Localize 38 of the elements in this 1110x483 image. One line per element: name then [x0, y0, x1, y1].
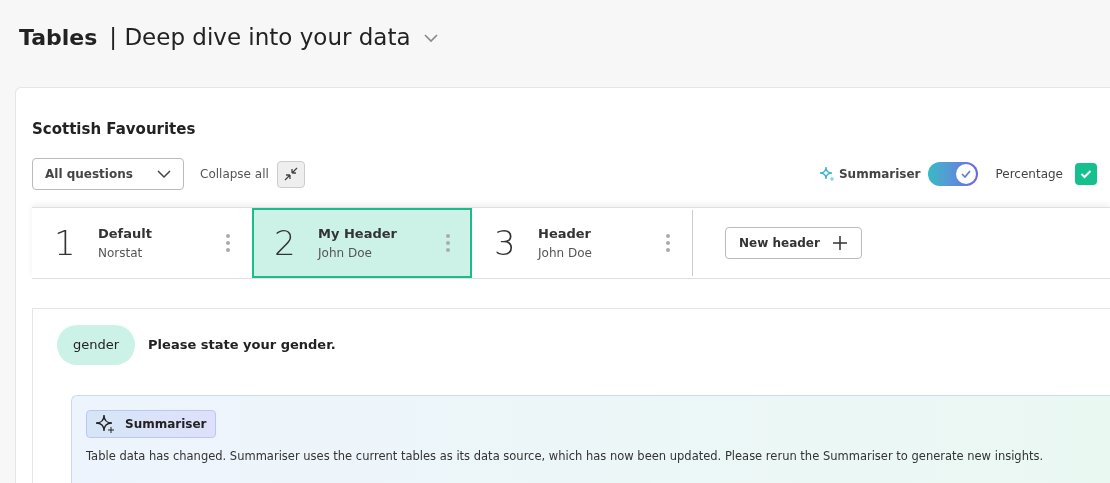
sparkle-icon — [95, 414, 117, 434]
check-icon — [960, 169, 973, 179]
percentage-label: Percentage — [995, 166, 1063, 183]
summariser-toggle[interactable] — [928, 162, 979, 186]
collapse-button[interactable] — [276, 160, 305, 188]
report-title: Scottish Favourites — [32, 119, 197, 140]
percentage-checkbox[interactable] — [1075, 163, 1097, 185]
header-name: Default — [98, 225, 153, 244]
chevron-down-icon[interactable] — [422, 32, 439, 43]
new-header-button[interactable]: New header — [725, 227, 862, 259]
header-name: My Header — [318, 225, 398, 244]
summariser-label: Summariser — [838, 166, 921, 183]
question-text: Please state your gender. — [148, 336, 336, 355]
header-tab[interactable]: 1 Default Norstat — [32, 208, 252, 278]
header-tab[interactable]: 2 My Header John Doe — [252, 208, 472, 278]
sparkle-icon — [818, 166, 835, 182]
header-owner: John Doe — [538, 244, 593, 262]
header-tab[interactable]: 3 Header John Doe — [472, 208, 692, 278]
page-title: Tables — [19, 24, 98, 52]
chevron-down-icon — [157, 169, 171, 179]
header-owner: John Doe — [318, 244, 373, 262]
check-icon — [1080, 169, 1092, 179]
header-name: Header — [538, 225, 592, 244]
header-number: 1 — [54, 221, 77, 265]
more-options-icon[interactable] — [226, 233, 230, 253]
header-number: 3 — [494, 221, 517, 265]
more-options-icon[interactable] — [446, 233, 450, 253]
page-subtitle: | Deep dive into your data — [109, 23, 411, 53]
more-options-icon[interactable] — [666, 233, 670, 253]
summariser-badge: Summariser — [86, 410, 216, 438]
plus-icon — [831, 235, 848, 251]
question-filter-dropdown[interactable]: All questions — [32, 158, 184, 190]
header-owner: Norstat — [98, 244, 144, 262]
collapse-all-label: Collapse all — [200, 166, 269, 183]
collapse-arrows-icon — [282, 166, 299, 182]
header-number: 2 — [274, 221, 297, 265]
notice-message: Table data has changed. Summariser uses the current tables as its data source, which has now been updated. Please rerun the Summariser to generate new insights. — [86, 448, 1045, 465]
question-tag: gender — [57, 325, 136, 365]
